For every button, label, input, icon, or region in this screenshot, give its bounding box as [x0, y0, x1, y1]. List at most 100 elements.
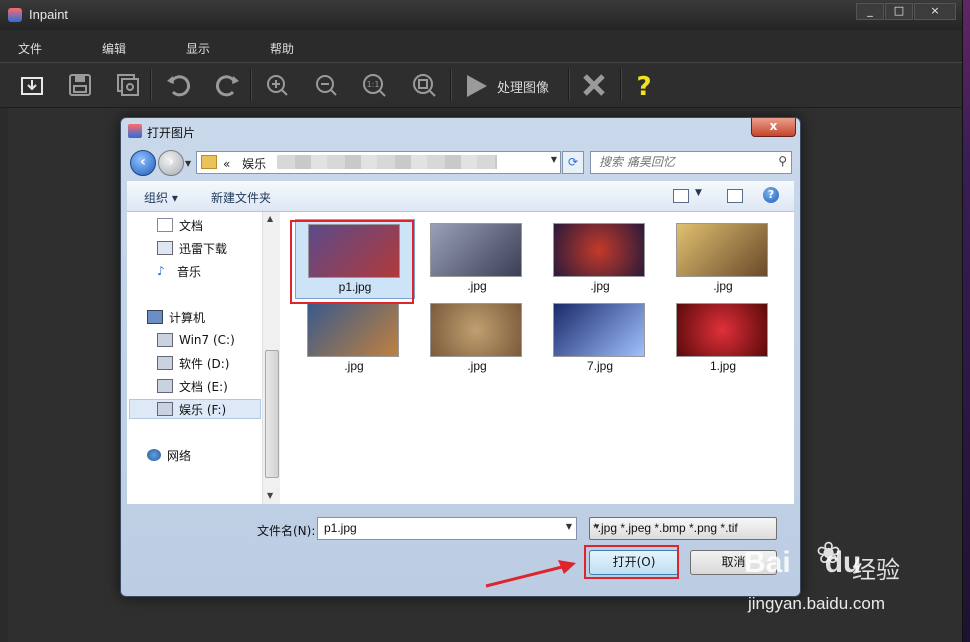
forward-arrow-icon: › — [168, 154, 174, 170]
refresh-button[interactable]: ⟳ — [562, 151, 584, 174]
search-box[interactable]: ⚲ — [590, 151, 792, 174]
save-icon[interactable] — [64, 69, 96, 101]
maximize-button[interactable]: □ — [885, 3, 913, 20]
nav-scrollbar[interactable]: ▲ ▼ — [262, 212, 280, 504]
scroll-down-icon[interactable]: ▼ — [267, 491, 273, 500]
dialog-close-button[interactable]: x — [751, 118, 796, 137]
command-bar: 组织 ▾ 新建文件夹 ▼ ? — [127, 181, 794, 212]
file-tile[interactable]: .jpg — [418, 299, 536, 377]
nav-item-drive-c[interactable]: Win7 (C:) — [157, 330, 235, 350]
scroll-thumb[interactable] — [265, 350, 279, 478]
minimize-button[interactable]: _ — [856, 3, 884, 20]
new-folder-button[interactable]: 新建文件夹 — [211, 189, 271, 206]
view-options-icon[interactable] — [673, 189, 689, 203]
address-dropdown-icon[interactable]: ▼ — [551, 155, 557, 164]
toolbar-separator — [250, 69, 252, 101]
undo-icon[interactable] — [162, 69, 194, 101]
close-button[interactable]: × — [914, 3, 956, 20]
file-tile[interactable]: .jpg — [541, 219, 659, 297]
nav-item-drive-d[interactable]: 软件 (D:) — [157, 353, 229, 373]
search-input[interactable] — [597, 154, 769, 170]
zoom-out-icon[interactable] — [310, 69, 342, 101]
nav-label: 软件 (D:) — [179, 356, 230, 371]
breadcrumb-overflow[interactable]: « — [223, 157, 230, 171]
forward-button[interactable]: › — [158, 150, 184, 176]
filename-dropdown-icon[interactable]: ▼ — [566, 522, 572, 531]
annotation-arrow-icon — [485, 560, 576, 588]
open-image-dialog: 打开图片 x ‹ › ▼ « 娱乐 ▼ ⟳ ⚲ 组织 ▾ 新建文件夹 ▼ ? 文… — [120, 117, 801, 597]
process-icon — [467, 75, 487, 97]
redo-icon[interactable] — [212, 69, 244, 101]
download-folder-icon — [157, 241, 173, 255]
nav-item-drive-f[interactable]: 娱乐 (F:) — [129, 399, 261, 419]
menu-help[interactable]: 帮助 — [270, 40, 294, 57]
drive-icon — [157, 333, 173, 347]
menu-edit[interactable]: 编辑 — [102, 40, 126, 57]
nav-label: 网络 — [167, 448, 192, 463]
help-icon[interactable]: ? — [628, 69, 660, 101]
nav-item-drive-e[interactable]: 文档 (E:) — [157, 376, 228, 396]
process-image-button[interactable]: 处理图像 — [463, 73, 549, 99]
watermark-jingyan: 经验 — [852, 556, 900, 584]
file-name: .jpg — [344, 359, 364, 373]
filename-combobox[interactable]: ▼ — [317, 517, 577, 540]
app-title: Inpaint — [29, 7, 69, 22]
history-dropdown-icon[interactable]: ▼ — [185, 159, 191, 168]
preview-pane-icon[interactable] — [727, 189, 743, 203]
organize-button[interactable]: 组织 ▾ — [144, 189, 178, 206]
file-thumbnail — [553, 223, 645, 277]
file-name: .jpg — [467, 359, 487, 373]
file-name: 7.jpg — [586, 359, 614, 373]
file-tile[interactable]: 1.jpg — [664, 299, 782, 377]
nav-item-music[interactable]: ♪ 音乐 — [157, 261, 201, 281]
blurred-path — [277, 155, 497, 169]
preview-icon[interactable] — [112, 69, 144, 101]
drive-icon — [157, 356, 173, 370]
scroll-up-icon[interactable]: ▲ — [267, 214, 273, 223]
file-name: 1.jpg — [709, 359, 737, 373]
drive-icon — [157, 379, 173, 393]
file-thumbnail — [676, 223, 768, 277]
dialog-app-icon — [128, 124, 142, 138]
menu-view[interactable]: 显示 — [186, 40, 210, 57]
fit-window-icon[interactable] — [408, 69, 440, 101]
annotation-highlight — [584, 545, 679, 579]
nav-label: 文档 (E:) — [179, 379, 228, 394]
file-thumbnail — [307, 303, 399, 357]
remove-icon[interactable] — [578, 69, 610, 101]
nav-item-network[interactable]: 网络 — [147, 445, 191, 465]
toolbar-separator — [568, 69, 570, 101]
drive-icon — [157, 402, 173, 416]
watermark: Bai du ❀ 经验 jingyan.baidu.com — [744, 536, 944, 626]
nav-item-downloads[interactable]: 迅雷下载 — [157, 238, 227, 258]
file-name: .jpg — [713, 279, 733, 293]
nav-label: 迅雷下载 — [179, 241, 228, 256]
process-image-label: 处理图像 — [497, 80, 550, 96]
open-icon[interactable] — [16, 69, 48, 101]
nav-item-computer[interactable]: 计算机 — [147, 307, 205, 327]
breadcrumb: « 娱乐 — [223, 155, 266, 172]
view-dropdown-icon[interactable]: ▼ — [695, 188, 702, 198]
filename-input[interactable] — [322, 520, 551, 536]
file-tile[interactable]: .jpg — [295, 299, 413, 377]
document-icon — [157, 218, 173, 232]
filename-label: 文件名(N): — [257, 524, 316, 538]
back-button[interactable]: ‹ — [130, 150, 156, 176]
actual-size-icon[interactable]: 1:1 — [358, 69, 390, 101]
file-tile[interactable]: 7.jpg — [541, 299, 659, 377]
menu-file[interactable]: 文件 — [18, 40, 42, 57]
breadcrumb-item[interactable]: 娱乐 — [242, 157, 266, 171]
nav-item-documents[interactable]: 文档 — [157, 215, 203, 235]
address-bar[interactable]: « 娱乐 ▼ — [196, 151, 561, 174]
menubar: 文件 编辑 显示 帮助 — [0, 34, 962, 60]
paw-logo-icon: ❀ — [816, 536, 842, 571]
music-icon: ♪ — [157, 264, 165, 278]
file-tile[interactable]: .jpg — [418, 219, 536, 297]
file-thumbnail — [676, 303, 768, 357]
zoom-in-icon[interactable] — [261, 69, 293, 101]
file-thumbnail — [553, 303, 645, 357]
help-icon[interactable]: ? — [763, 187, 779, 203]
navigation-pane: 文档 迅雷下载 ♪ 音乐 计算机 Win7 (C:) 软件 (D:) 文档 (E… — [127, 212, 280, 504]
file-tile[interactable]: .jpg — [664, 219, 782, 297]
search-icon: ⚲ — [778, 154, 787, 168]
